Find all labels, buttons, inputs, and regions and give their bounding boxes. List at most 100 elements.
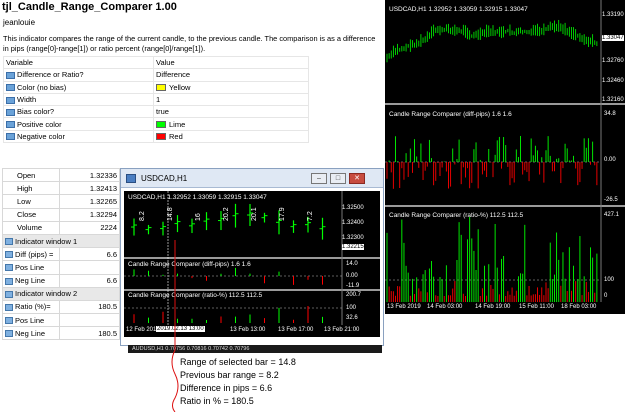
mini-ratio-label: Candle Range Comparer (ratio-%) 112.5 11… xyxy=(128,292,263,299)
bar-range-label: 16 xyxy=(195,213,202,221)
param-value[interactable]: 1 xyxy=(156,95,160,104)
line-icon xyxy=(5,251,13,259)
param-value[interactable]: Difference xyxy=(156,70,190,79)
chart-window[interactable]: USDCAD,H1 – □ ✕ 8.2 14.8 16 20.2 20.1 17.9 7.2… xyxy=(120,168,384,346)
parameter-icon xyxy=(6,96,15,104)
param-row[interactable]: Color (no bias) Yellow xyxy=(3,80,309,94)
chart-window-titlebar[interactable]: USDCAD,H1 – □ ✕ xyxy=(121,169,383,188)
main-chart[interactable]: USDCAD,H1 1.32952 1.33059 1.32915 1.3304… xyxy=(385,0,625,314)
data-label: Open xyxy=(2,167,60,183)
param-row[interactable]: Bias color? true xyxy=(3,105,309,119)
param-row[interactable]: Width 1 xyxy=(3,92,309,107)
param-value[interactable]: true xyxy=(156,107,169,116)
mini-time-tick: 13 Feb 17:00 xyxy=(278,327,314,333)
bar-range-label: 20.1 xyxy=(251,207,258,221)
line-icon xyxy=(5,317,13,325)
data-label: High xyxy=(2,181,60,196)
parameters-header-row: Variable Value xyxy=(3,55,309,70)
data-label: Volume xyxy=(2,220,60,235)
diff-tick: 34.8 xyxy=(604,111,616,117)
data-value: 1.32413 xyxy=(59,181,120,196)
main-price-label: USDCAD,H1 1.32952 1.33059 1.32915 1.3304… xyxy=(389,6,528,13)
indicator-icon xyxy=(5,238,13,246)
line-icon xyxy=(5,264,13,272)
mini-diff-tick: 0.00 xyxy=(346,273,358,279)
indicator-icon xyxy=(5,290,13,298)
ratio-tick: 0 xyxy=(604,293,608,299)
close-button[interactable]: ✕ xyxy=(349,173,365,184)
mini-price-label: USDCAD,H1 1.32952 1.33059 1.32915 1.3304… xyxy=(128,194,267,201)
mini-current-price: 1.32215 xyxy=(342,244,364,250)
variable-column-header: Variable xyxy=(3,55,154,70)
bar-range-label: 14.8 xyxy=(167,207,174,221)
data-label: Diff (pips) = xyxy=(15,249,54,259)
diff-tick: -26.5 xyxy=(604,197,618,203)
line-icon xyxy=(5,303,13,311)
time-tick: 13 Feb 2019 xyxy=(387,304,421,310)
mini-time-tick: 12 Feb 2019 xyxy=(126,327,160,333)
data-label: Pos Line xyxy=(15,315,45,325)
data-section-row: Indicator window 1 xyxy=(2,233,120,249)
param-value[interactable]: Red xyxy=(169,132,183,141)
data-row: Volume 2224 xyxy=(2,220,120,235)
data-row: Low 1.32265 xyxy=(2,194,120,209)
mini-diff-tick: -11.9 xyxy=(346,283,360,289)
param-row[interactable]: Negative color Red xyxy=(3,129,309,144)
param-row[interactable]: Positive color Lime xyxy=(3,117,309,131)
param-row[interactable]: Difference or Ratio? Difference xyxy=(3,68,309,82)
diff-indicator-label: Candle Range Comparer (diff-pips) 1.6 1.… xyxy=(389,111,512,118)
data-section-label: Indicator window 2 xyxy=(15,289,78,299)
annotation-line: Previous bar range = 8.2 xyxy=(180,370,279,380)
param-value[interactable]: Yellow xyxy=(169,83,190,92)
maximize-button[interactable]: □ xyxy=(330,173,346,184)
data-value: 180.5 xyxy=(59,326,120,341)
bar-range-label: 7.2 xyxy=(307,211,314,221)
param-name: Bias color? xyxy=(17,107,55,117)
minimize-button[interactable]: – xyxy=(311,173,327,184)
price-tick: 1.33190 xyxy=(602,12,624,18)
data-row: Diff (pips) = 6.6 xyxy=(2,247,120,262)
bar-range-label: 20.2 xyxy=(223,207,230,221)
mini-diff-tick: 14.0 xyxy=(346,261,358,267)
time-tick: 14 Feb 19:00 xyxy=(475,304,511,310)
parameter-icon xyxy=(6,121,15,129)
ratio-indicator-label: Candle Range Comparer (ratio-%) 112.5 11… xyxy=(389,212,524,219)
data-section-label: Indicator window 1 xyxy=(15,236,78,246)
mini-time-tick: 13 Feb 13:00 xyxy=(230,327,266,333)
mini-ratio-tick: 100 xyxy=(346,305,357,311)
data-value: 1.32265 xyxy=(59,194,120,209)
data-value xyxy=(59,313,120,328)
data-row: Pos Line xyxy=(2,260,120,275)
data-value: 1.32294 xyxy=(59,207,120,222)
data-row: Open 1.32336 xyxy=(2,167,120,183)
annotation-line: Ratio in % = 180.5 xyxy=(180,396,254,406)
mini-price-tick: 1.32500 xyxy=(342,205,364,211)
chart-window-icon xyxy=(126,174,136,183)
ratio-tick: 427.1 xyxy=(604,212,620,218)
param-name: Color (no bias) xyxy=(17,82,67,92)
price-tick: 1.32160 xyxy=(602,97,624,103)
param-name: Width xyxy=(17,95,37,105)
chart-window-title: USDCAD,H1 xyxy=(141,174,188,183)
parameters-table: Variable Value Difference or Ratio? Diff… xyxy=(3,55,309,144)
time-tick: 15 Feb 11:00 xyxy=(519,304,554,310)
chart-window-canvas-area[interactable]: 8.2 14.8 16 20.2 20.1 17.9 7.2 USDCAD,H1 1.329… xyxy=(124,191,380,337)
price-tick: 1.32760 xyxy=(602,58,624,64)
param-name: Negative color xyxy=(17,131,65,141)
time-tick: 18 Feb 03:00 xyxy=(561,304,597,310)
data-window: Open 1.32336 High 1.32413 Low 1.32265 Close… xyxy=(2,167,120,341)
main-chart-canvas[interactable] xyxy=(385,0,625,314)
parameter-icon xyxy=(6,133,15,141)
mini-ratio-tick: 200.7 xyxy=(346,292,362,298)
current-price-marker: 1.33047 xyxy=(602,35,624,41)
pane-separator xyxy=(385,103,625,105)
data-value: 6.6 xyxy=(59,247,120,262)
parameter-icon xyxy=(6,84,15,92)
ratio-tick: 100 xyxy=(604,277,615,283)
data-row: Pos Line xyxy=(2,313,120,328)
param-value[interactable]: Lime xyxy=(169,120,185,129)
value-column-header: Value xyxy=(153,55,309,70)
mini-ratio-tick: 32.6 xyxy=(346,315,358,321)
bar-range-label: 8.2 xyxy=(139,211,146,221)
data-label: Close xyxy=(2,207,60,222)
